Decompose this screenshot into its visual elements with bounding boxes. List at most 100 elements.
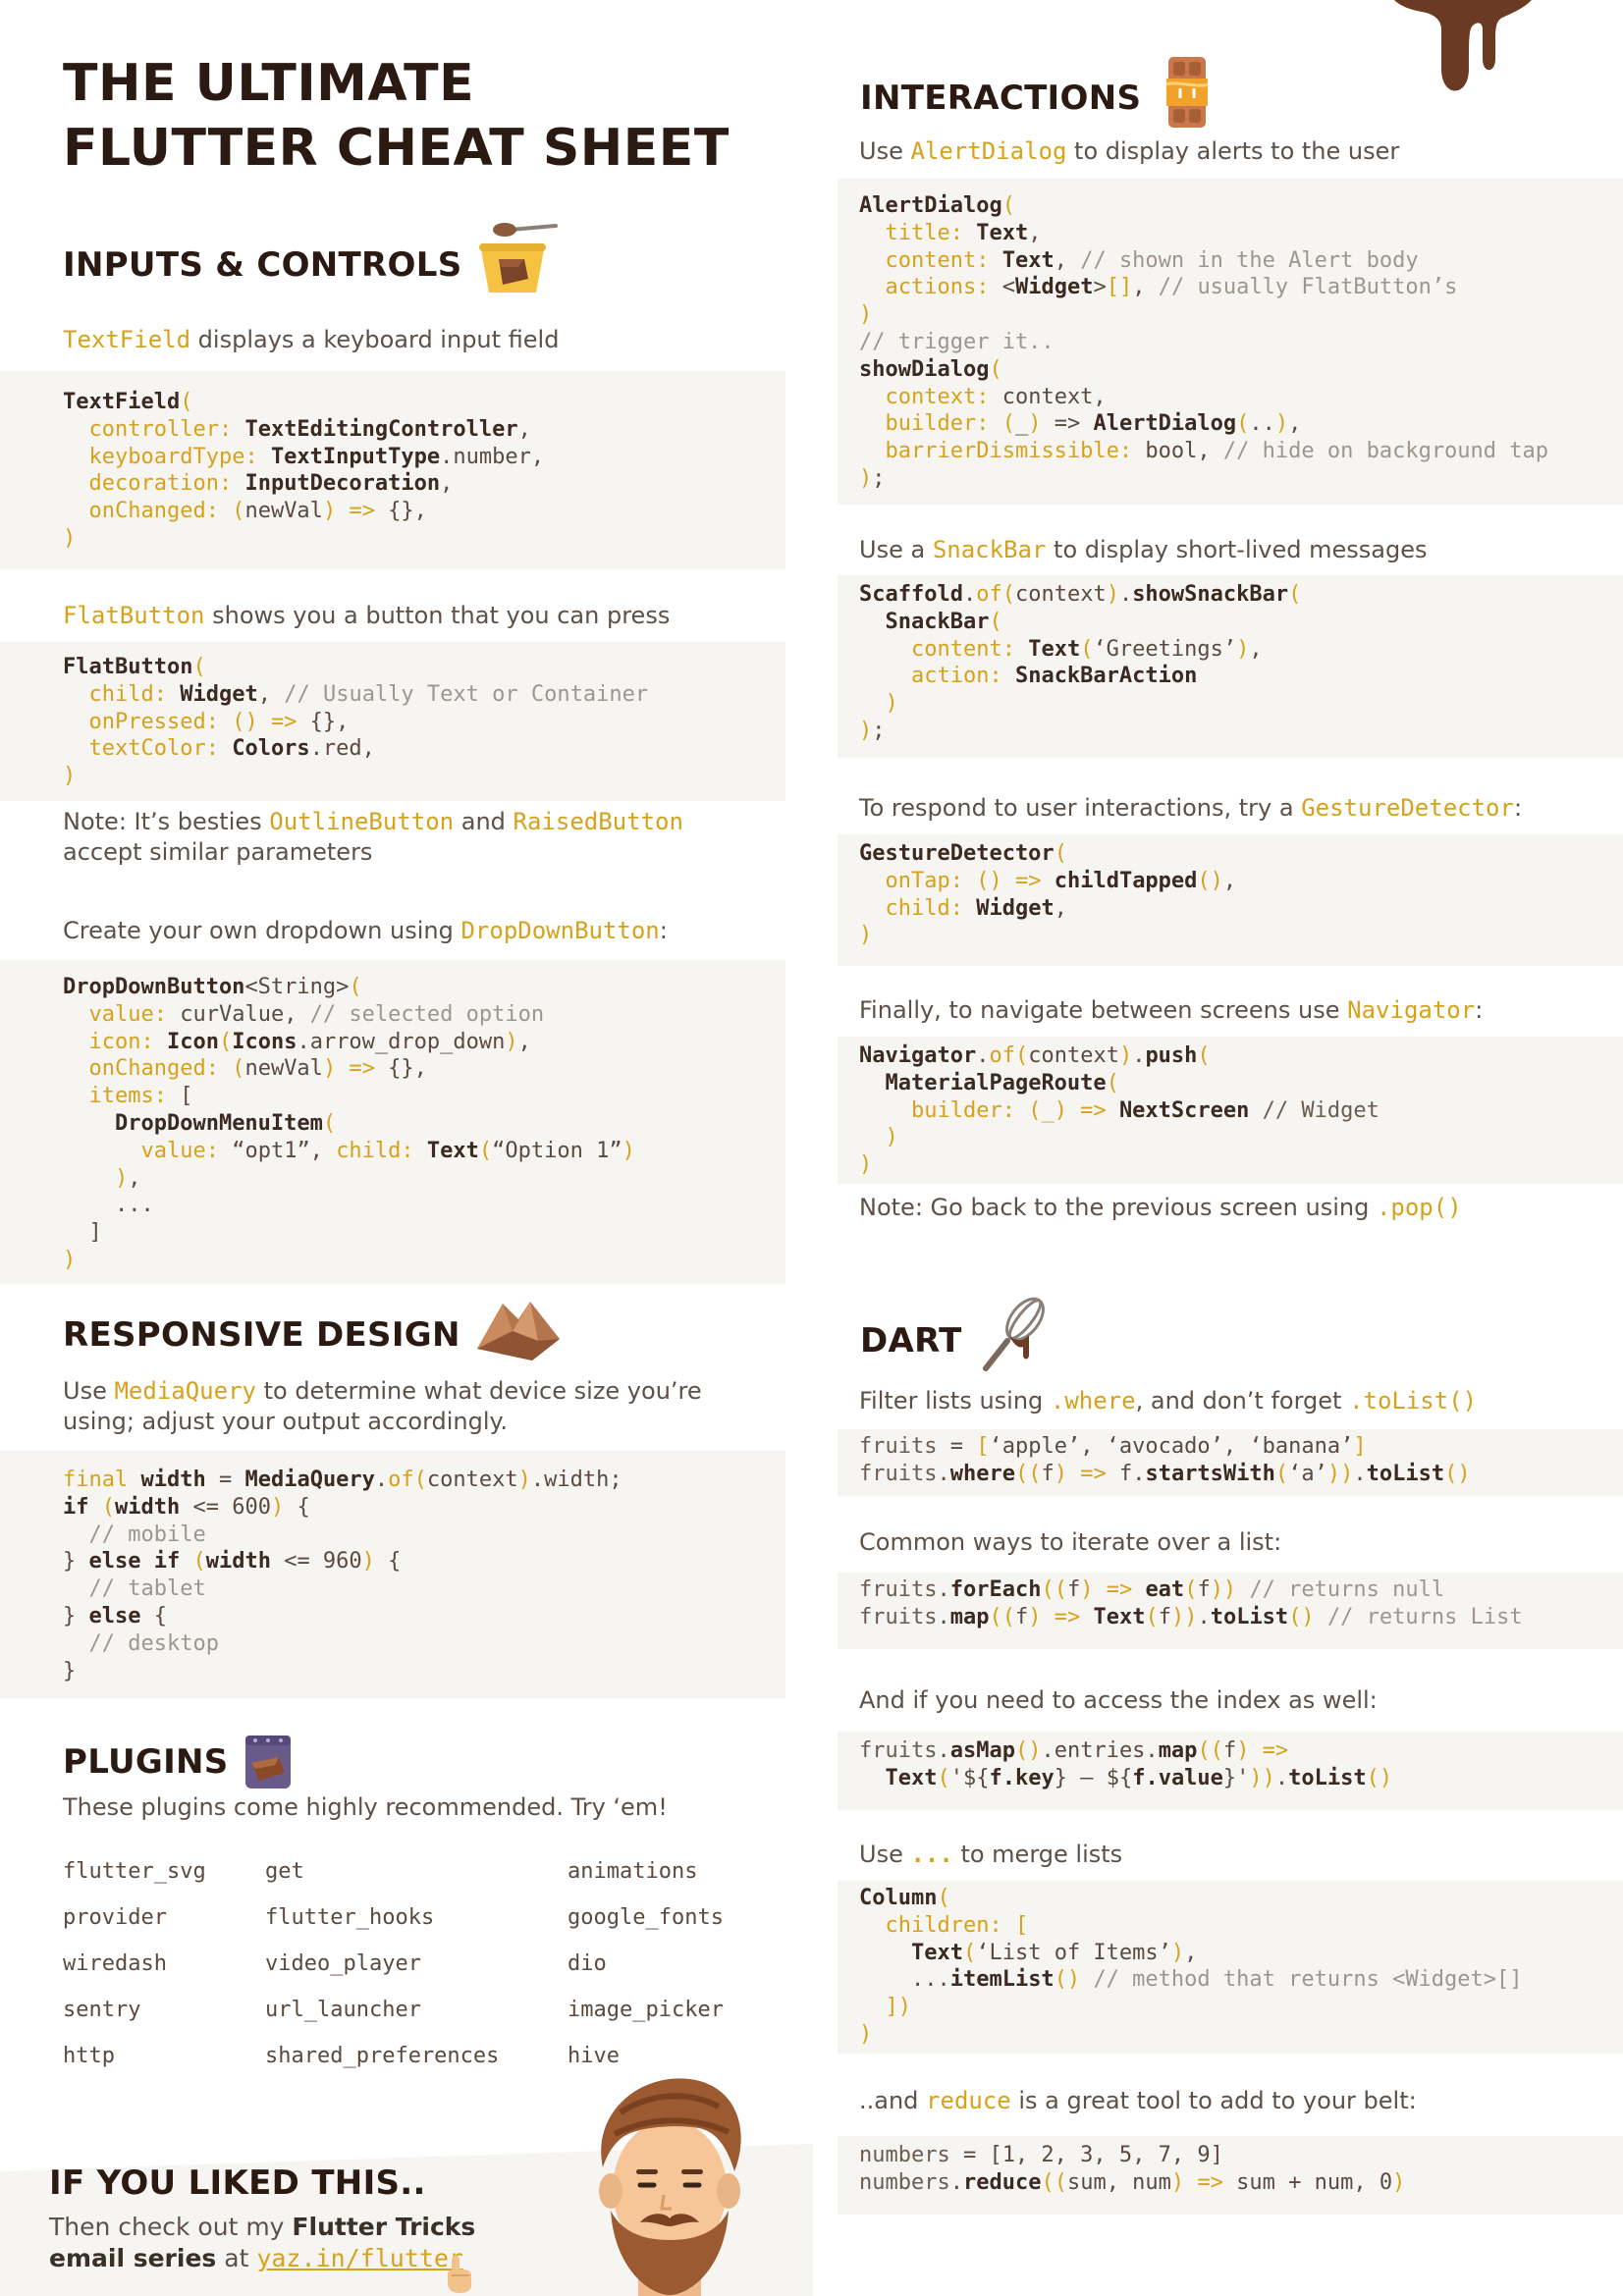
- flutter-tricks-link[interactable]: yaz.in/flutter: [256, 2244, 463, 2272]
- note-text-line2: accept similar parameters: [63, 838, 373, 866]
- spread-desc: Use ... to merge lists: [859, 1840, 1122, 1870]
- plugin-item: provider: [63, 1905, 167, 1930]
- plugin-item: google_fonts: [568, 1905, 724, 1930]
- liked-heading: IF YOU LIKED THIS..: [49, 2163, 426, 2203]
- alertdialog-desc-pre: Use: [859, 137, 911, 165]
- flatbutton-desc-text: shows you a button that you can press: [204, 602, 671, 629]
- mediaquery-desc-post: to determine what device size you’re: [255, 1377, 702, 1405]
- textfield-keyword: TextField: [63, 326, 191, 353]
- plugins-heading: PLUGINS: [63, 1742, 229, 1782]
- outlinebutton-keyword: OutlineButton: [269, 808, 455, 835]
- reduce-desc-pre: ..and: [859, 2087, 927, 2114]
- where-desc-mid: , and don’t forget: [1135, 1387, 1350, 1415]
- liked-text-pre: Then check out my: [49, 2213, 293, 2241]
- dropdown-desc-post: :: [659, 917, 668, 944]
- bearded-man-avatar: [599, 2078, 741, 2296]
- reduce-desc-post: is a great tool to add to your belt:: [1010, 2087, 1417, 2114]
- plugin-item: animations: [568, 1859, 698, 1884]
- flatbutton-desc: FlatButton shows you a button that you c…: [63, 601, 670, 631]
- textfield-code-block: TextField( controller: TextEditingContro…: [0, 371, 785, 569]
- plugin-item: flutter_svg: [63, 1859, 206, 1884]
- spread-desc-post: to merge lists: [952, 1841, 1123, 1868]
- alertdialog-keyword: AlertDialog: [910, 137, 1067, 165]
- plugin-item: sentry: [63, 1998, 141, 2022]
- plugin-item: wiredash: [63, 1951, 167, 1976]
- flutter-tricks-strong: Flutter Tricks: [292, 2213, 476, 2241]
- plugins-table: flutter_svg provider wiredash sentry htt…: [63, 1859, 770, 2085]
- chocolate-wedge-icon: [477, 1302, 560, 1361]
- iterate-desc: Common ways to iterate over a list:: [859, 1528, 1282, 1556]
- plugin-item: hive: [568, 2044, 620, 2068]
- pointing-hand-icon: [448, 2256, 471, 2293]
- textfield-desc-text: displays a keyboard input field: [190, 326, 560, 353]
- reduce-desc: ..and reduce is a great tool to add to y…: [859, 2086, 1417, 2116]
- iterate-code-block: fruits.forEach((f) => eat(f)) // returns…: [838, 1573, 1623, 1649]
- reduce-keyword: reduce: [926, 2087, 1011, 2114]
- title-line-1: THE ULTIMATE: [63, 54, 475, 113]
- outline-raised-note: Note: It’s besties OutlineButton and Rai…: [63, 807, 683, 868]
- dropdown-code-block: DropDownButton<String>( value: curValue,…: [0, 960, 785, 1284]
- where-desc: Filter lists using .where, and don’t for…: [859, 1386, 1477, 1416]
- pudding-cup-icon: [479, 223, 558, 293]
- interactions-heading: INTERACTIONS: [860, 79, 1142, 118]
- dart-heading: DART: [860, 1321, 962, 1361]
- gesture-desc-pre: To respond to user interactions, try a: [859, 794, 1302, 822]
- plugin-item: dio: [568, 1951, 607, 1976]
- mediaquery-desc: Use MediaQuery to determine what device …: [63, 1376, 702, 1437]
- navigator-keyword: Navigator: [1347, 996, 1476, 1024]
- spread-desc-pre: Use: [859, 1841, 911, 1868]
- mediaquery-desc-pre: Use: [63, 1377, 115, 1405]
- snackbar-desc-pre: Use a: [859, 536, 933, 563]
- plugin-item: shared_preferences: [265, 2044, 500, 2068]
- spread-code-block: Column( children: [ Text(‘List of Items’…: [838, 1881, 1623, 2054]
- gesture-desc-post: :: [1513, 794, 1523, 822]
- email-series-strong: email series: [49, 2244, 217, 2272]
- navigator-desc-pre: Finally, to navigate between screens use: [859, 996, 1348, 1024]
- alertdialog-desc-post: to display alerts to the user: [1066, 137, 1400, 165]
- liked-text: Then check out my Flutter Tricks email s…: [49, 2212, 475, 2274]
- chocolate-bag-icon: [245, 1735, 291, 1789]
- plugin-item: flutter_hooks: [265, 1905, 435, 1930]
- textfield-desc: TextField displays a keyboard input fiel…: [63, 325, 559, 355]
- mediaquery-desc-line2: using; adjust your output accordingly.: [63, 1408, 508, 1435]
- mediaquery-keyword: MediaQuery: [114, 1377, 256, 1405]
- gesture-code-block: GestureDetector( onTap: () => childTappe…: [838, 834, 1623, 966]
- whisk-icon: [983, 1297, 1045, 1371]
- mediaquery-code-block: final width = MediaQuery.of(context).wid…: [0, 1451, 785, 1698]
- snackbar-code-block: Scaffold.of(context).showSnackBar( Snack…: [838, 575, 1623, 758]
- chocolate-drip-icon: [1394, 0, 1532, 91]
- plugin-item: video_player: [265, 1951, 421, 1976]
- plugin-item: http: [63, 2044, 115, 2068]
- dropdown-desc-pre: Create your own dropdown using: [63, 917, 461, 944]
- navigator-desc-post: :: [1475, 996, 1484, 1024]
- spread-operator-keyword: ...: [910, 1841, 953, 1868]
- page-title: THE ULTIMATE FLUTTER CHEAT SHEET: [63, 51, 730, 181]
- alertdialog-desc: Use AlertDialog to display alerts to the…: [859, 136, 1399, 167]
- note-text-mid: and: [454, 808, 514, 835]
- gesturedetector-keyword: GestureDetector: [1301, 794, 1514, 822]
- where-desc-pre: Filter lists using: [859, 1387, 1051, 1415]
- liked-text-mid: at: [216, 2244, 257, 2272]
- snackbar-desc: Use a SnackBar to display short-lived me…: [859, 535, 1427, 565]
- pop-note-pre: Note: Go back to the previous screen usi…: [859, 1194, 1377, 1221]
- gesture-desc: To respond to user interactions, try a G…: [859, 793, 1522, 824]
- where-keyword: .where: [1050, 1387, 1136, 1415]
- tolist-keyword: .toList(): [1349, 1387, 1478, 1415]
- index-desc: And if you need to access the index as w…: [859, 1686, 1378, 1714]
- snackbar-keyword: SnackBar: [932, 536, 1047, 563]
- title-line-2: FLUTTER CHEAT SHEET: [63, 119, 730, 178]
- plugin-item: image_picker: [568, 1998, 724, 2022]
- index-code-block: fruits.asMap().entries.map((f) => Text('…: [838, 1732, 1623, 1810]
- reduce-code-block: numbers = [1, 2, 3, 5, 7, 9] numbers.red…: [838, 2136, 1623, 2215]
- raisedbutton-keyword: RaisedButton: [513, 808, 683, 835]
- flatbutton-code-block: FlatButton( child: Widget, // Usually Te…: [0, 642, 785, 801]
- chocolate-bar-icon: [1165, 57, 1209, 128]
- plugins-desc: These plugins come highly recommended. T…: [63, 1793, 668, 1821]
- dropdown-desc: Create your own dropdown using DropDownB…: [63, 916, 668, 946]
- snackbar-desc-post: to display short-lived messages: [1046, 536, 1428, 563]
- flatbutton-keyword: FlatButton: [63, 602, 205, 629]
- plugin-item: get: [265, 1859, 304, 1884]
- note-text-pre: Note: It’s besties: [63, 808, 270, 835]
- navigator-code-block: Navigator.of(context).push( MaterialPage…: [838, 1037, 1623, 1184]
- where-code-block: fruits = [‘apple’, ‘avocado’, ‘banana’] …: [838, 1429, 1623, 1496]
